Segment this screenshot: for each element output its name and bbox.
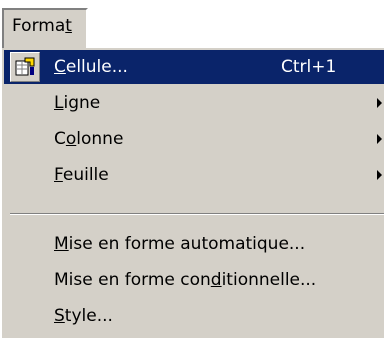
submenu-arrow-icon — [377, 170, 382, 180]
menu-format-label: Format — [12, 16, 72, 36]
menu-item-cellule-label: Cellule... — [54, 57, 128, 77]
menu-item-style[interactable]: Style... — [4, 299, 384, 333]
format-cells-icon — [10, 52, 40, 82]
menu-item-feuille[interactable]: Feuille — [4, 158, 384, 192]
menu-item-feuille-label: Feuille — [54, 165, 109, 185]
menu-format[interactable]: Format — [2, 8, 88, 48]
menu-separator — [10, 213, 384, 215]
submenu-arrow-icon — [377, 134, 382, 144]
menu-item-cellule[interactable]: Cellule... Ctrl+1 — [4, 50, 384, 84]
menu-item-colonne[interactable]: Colonne — [4, 122, 384, 156]
submenu-arrow-icon — [377, 98, 382, 108]
menu-item-colonne-label: Colonne — [54, 129, 124, 149]
menu-item-mise-en-forme-automatique-label: Mise en forme automatique... — [54, 234, 306, 254]
menu-item-cellule-shortcut: Ctrl+1 — [281, 57, 337, 77]
menu-item-ligne-label: Ligne — [54, 93, 101, 113]
format-dropdown-menu: Cellule... Ctrl+1 Ligne Colonne Feuille … — [0, 48, 384, 338]
menu-item-mise-en-forme-automatique[interactable]: Mise en forme automatique... — [4, 227, 384, 261]
menu-item-mise-en-forme-conditionnelle[interactable]: Mise en forme conditionnelle... — [4, 263, 384, 297]
menu-item-mise-en-forme-conditionnelle-label: Mise en forme conditionnelle... — [54, 270, 317, 290]
menu-item-style-label: Style... — [54, 306, 113, 326]
menu-item-ligne[interactable]: Ligne — [4, 86, 384, 120]
